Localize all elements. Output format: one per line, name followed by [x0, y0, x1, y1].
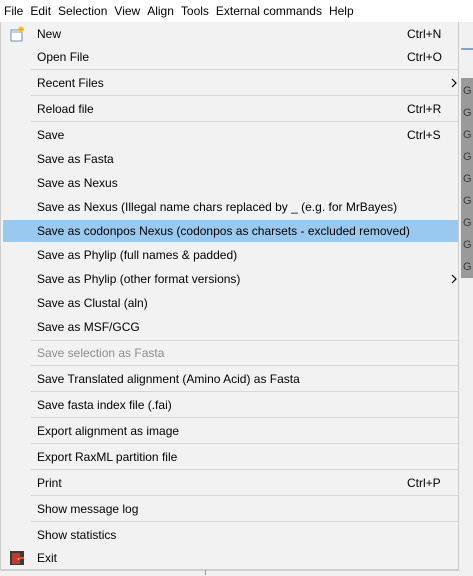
- background-row-label: G: [463, 239, 472, 251]
- window-bottom-edge: [0, 570, 460, 576]
- menu-item-save-as-clustal[interactable]: Save as Clustal (aln): [3, 292, 458, 314]
- menu-item-label: Save as Fasta: [37, 152, 114, 166]
- background-divider: [461, 48, 473, 50]
- menu-item-recent-files[interactable]: Recent Files: [3, 72, 458, 94]
- menu-file[interactable]: File: [0, 0, 27, 22]
- menu-item-export-image[interactable]: Export alignment as image: [3, 420, 458, 442]
- shortcut-text: Ctrl+P: [407, 476, 441, 490]
- new-file-icon: [10, 26, 24, 42]
- menu-item-save-translated[interactable]: Save Translated alignment (Amino Acid) a…: [3, 368, 458, 390]
- menu-item-show-message-log[interactable]: Show message log: [3, 498, 458, 520]
- background-row-label: G: [463, 261, 472, 273]
- menu-item-save-as-fasta[interactable]: Save as Fasta: [3, 148, 458, 170]
- menu-bar: File Edit Selection View Align Tools Ext…: [0, 0, 473, 22]
- submenu-arrow-icon: [451, 274, 457, 284]
- menu-item-label: Print: [37, 476, 62, 490]
- menu-item-label: Save as Nexus (Illegal name chars replac…: [37, 200, 398, 214]
- background-row-label: G: [463, 129, 472, 141]
- menu-item-open-file[interactable]: Open File Ctrl+O: [3, 46, 458, 68]
- menu-item-label: Save: [37, 128, 65, 142]
- shortcut-text: Ctrl+R: [407, 102, 442, 116]
- menu-help[interactable]: Help: [326, 0, 358, 22]
- menu-item-export-raxml[interactable]: Export RaxML partition file: [3, 446, 458, 468]
- menu-item-label: Save as Phylip (full names & padded): [37, 248, 238, 262]
- menu-item-save[interactable]: Save Ctrl+S: [3, 124, 458, 146]
- menu-item-label: Open File: [37, 50, 90, 64]
- menu-separator: [31, 121, 458, 122]
- menu-separator: [31, 365, 458, 366]
- exit-door-icon: [10, 551, 24, 565]
- background-row-label: G: [463, 107, 472, 119]
- menu-item-save-selection-as-fasta: Save selection as Fasta: [3, 342, 458, 364]
- menu-item-label: Save Translated alignment (Amino Acid) a…: [37, 372, 300, 386]
- menu-item-save-as-phylip-other[interactable]: Save as Phylip (other format versions): [3, 268, 458, 290]
- menu-item-save-as-phylip-full[interactable]: Save as Phylip (full names & padded): [3, 244, 458, 266]
- menu-item-show-statistics[interactable]: Show statistics: [3, 524, 458, 546]
- menu-item-save-as-msf[interactable]: Save as MSF/GCG: [3, 316, 458, 338]
- menu-selection[interactable]: Selection: [55, 0, 111, 22]
- shortcut-text: Ctrl+S: [407, 128, 441, 142]
- menu-item-save-as-nexus-mrbayes[interactable]: Save as Nexus (Illegal name chars replac…: [3, 196, 458, 218]
- shortcut-text: Ctrl+N: [407, 27, 442, 41]
- menu-separator: [31, 443, 458, 444]
- menu-item-label: Show statistics: [37, 528, 117, 542]
- menu-item-label: Save as codonpos Nexus (codonpos as char…: [37, 224, 410, 238]
- submenu-arrow-icon: [451, 78, 457, 88]
- menu-tools[interactable]: Tools: [178, 0, 213, 22]
- menu-separator: [31, 495, 458, 496]
- menu-item-new[interactable]: New Ctrl+N: [3, 23, 458, 45]
- menu-separator: [31, 521, 458, 522]
- background-row-label: G: [463, 173, 472, 185]
- menu-view[interactable]: View: [111, 0, 144, 22]
- background-row-label: G: [463, 195, 472, 207]
- menu-edit[interactable]: Edit: [27, 0, 55, 22]
- menu-item-label: Save as Clustal (aln): [37, 296, 148, 310]
- menu-separator: [31, 340, 458, 341]
- menu-item-label: Save selection as Fasta: [37, 346, 165, 360]
- background-row-label: G: [463, 151, 472, 163]
- file-menu-dropdown: New Ctrl+N Open File Ctrl+O Recent Files…: [0, 22, 459, 570]
- menu-external-commands[interactable]: External commands: [213, 0, 326, 22]
- menu-item-print[interactable]: Print Ctrl+P: [3, 472, 458, 494]
- menu-item-reload-file[interactable]: Reload file Ctrl+R: [3, 98, 458, 120]
- background-row-label: G: [463, 217, 472, 229]
- menu-item-label: Show message log: [37, 502, 139, 516]
- menu-item-label: Export alignment as image: [37, 424, 180, 438]
- menu-item-label: New: [37, 27, 62, 41]
- shortcut-text: Ctrl+O: [407, 50, 443, 64]
- background-row-label: G: [463, 85, 472, 97]
- window-bottom-divider: [205, 570, 206, 575]
- menu-item-save-fasta-index[interactable]: Save fasta index file (.fai): [3, 394, 458, 416]
- menu-item-label: Save as MSF/GCG: [37, 320, 140, 334]
- menu-separator: [31, 69, 458, 70]
- menu-item-save-as-codonpos-nexus[interactable]: Save as codonpos Nexus (codonpos as char…: [3, 220, 458, 242]
- menu-item-label: Save as Phylip (other format versions): [37, 272, 241, 286]
- menu-item-label: Exit: [37, 551, 58, 565]
- menu-separator: [31, 469, 458, 470]
- menu-item-exit[interactable]: Exit: [3, 547, 458, 569]
- menu-item-label: Save fasta index file (.fai): [37, 398, 172, 412]
- menu-separator: [31, 391, 458, 392]
- menu-item-label: Reload file: [37, 102, 94, 116]
- menu-separator: [31, 417, 458, 418]
- menu-item-save-as-nexus[interactable]: Save as Nexus: [3, 172, 458, 194]
- menu-item-label: Recent Files: [37, 76, 104, 90]
- menu-item-label: Save as Nexus: [37, 176, 118, 190]
- menu-separator: [31, 95, 458, 96]
- menu-align[interactable]: Align: [144, 0, 178, 22]
- menu-item-label: Export RaxML partition file: [37, 450, 178, 464]
